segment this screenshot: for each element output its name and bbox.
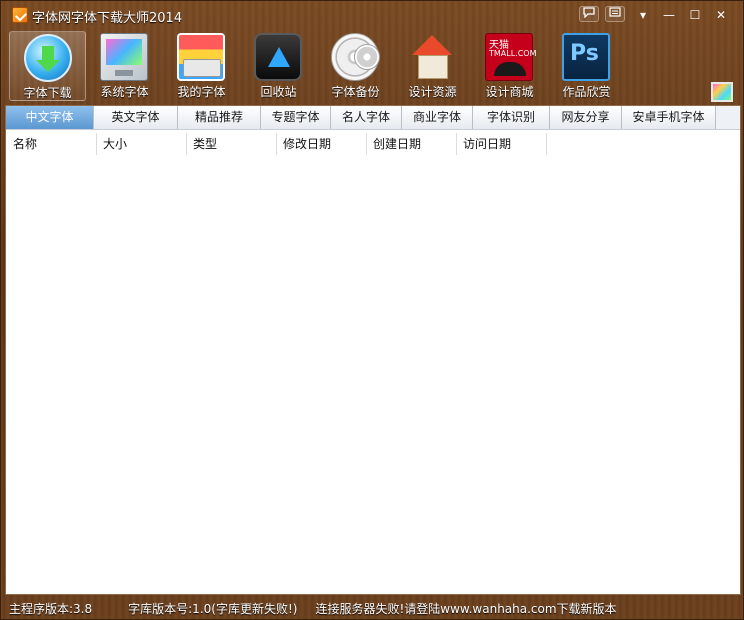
main-window: 字体网字体下载大师2014 ▾ — ☐ ✕ 字体下载 系统字体 我的字体 回收站… (0, 0, 744, 620)
skin-palette-icon[interactable] (711, 82, 733, 102)
dropdown-icon[interactable]: ▾ (631, 6, 655, 24)
file-list-header: 名称 大小 类型 修改日期 创建日期 访问日期 (7, 133, 547, 155)
minimize-button[interactable]: — (657, 6, 681, 24)
main-toolbar: 字体下载 系统字体 我的字体 回收站 字体备份 设计资源 天猫 TMALL.CO… (9, 31, 625, 103)
feedback-icon[interactable] (579, 6, 599, 22)
status-bar: 主程序版本:3.8 字库版本号:1.0(字库更新失败!) 连接服务器失败!请登陆… (1, 597, 743, 619)
toolbar-system-fonts[interactable]: 系统字体 (86, 31, 163, 101)
tab-chinese-fonts[interactable]: 中文字体 (6, 106, 94, 129)
app-logo-icon (12, 7, 28, 23)
my-fonts-icon (177, 33, 225, 81)
column-header-modified[interactable]: 修改日期 (277, 133, 367, 155)
close-button[interactable]: ✕ (709, 6, 733, 24)
category-tabs: 中文字体 英文字体 精品推荐 专题字体 名人字体 商业字体 字体识别 网友分享 … (6, 106, 740, 130)
column-header-name[interactable]: 名称 (7, 133, 97, 155)
download-icon (24, 34, 72, 82)
ps-logo-text: Ps (570, 41, 599, 66)
toolbar-showcase[interactable]: Ps 作品欣赏 (548, 31, 625, 101)
column-header-type[interactable]: 类型 (187, 133, 277, 155)
disc-backup-icon (331, 33, 380, 81)
file-list[interactable] (7, 156, 739, 592)
tab-user-shares[interactable]: 网友分享 (550, 106, 622, 129)
tmall-icon: 天猫 TMALL.COM (485, 33, 537, 81)
tab-english-fonts[interactable]: 英文字体 (94, 106, 178, 129)
column-header-size[interactable]: 大小 (97, 133, 187, 155)
menu-icon[interactable] (605, 6, 625, 22)
photoshop-icon: Ps (562, 33, 610, 81)
toolbar-label: 回收站 (260, 85, 297, 99)
recycle-bin-icon (254, 33, 302, 81)
toolbar-font-backup[interactable]: 字体备份 (317, 31, 394, 101)
tab-font-recognition[interactable]: 字体识别 (473, 106, 550, 129)
maximize-button[interactable]: ☐ (683, 6, 707, 24)
column-header-accessed[interactable]: 访问日期 (457, 133, 547, 155)
toolbar-my-fonts[interactable]: 我的字体 (163, 31, 240, 101)
title-bar[interactable]: 字体网字体下载大师2014 ▾ — ☐ ✕ (1, 1, 743, 29)
window-controls: ▾ — ☐ ✕ (579, 6, 733, 24)
program-version: 主程序版本:3.8 (9, 601, 93, 616)
toolbar-design-resources[interactable]: 设计资源 (394, 31, 471, 101)
toolbar-design-mall[interactable]: 天猫 TMALL.COM 设计商城 (471, 31, 548, 101)
toolbar-label: 字体备份 (331, 85, 380, 99)
toolbar-label: 字体下载 (23, 86, 72, 100)
toolbar-label: 作品欣赏 (562, 85, 611, 99)
library-version: 字库版本号:1.0(字库更新失败!) (128, 601, 298, 616)
toolbar-label: 我的字体 (177, 85, 226, 99)
tab-android-fonts[interactable]: 安卓手机字体 (622, 106, 716, 129)
toolbar-label: 系统字体 (100, 85, 149, 99)
house-icon (408, 33, 456, 81)
tab-featured[interactable]: 精品推荐 (178, 106, 261, 129)
tab-topics[interactable]: 专题字体 (261, 106, 331, 129)
tab-celebrity-fonts[interactable]: 名人字体 (331, 106, 402, 129)
tmall-logo-subtext: TMALL.COM (489, 49, 537, 58)
toolbar-recycle-bin[interactable]: 回收站 (240, 31, 317, 101)
toolbar-label: 设计商城 (485, 85, 534, 99)
toolbar-label: 设计资源 (408, 85, 457, 99)
connection-status: 连接服务器失败!请登陆www.wanhaha.com下载新版本 (315, 601, 617, 616)
window-title: 字体网字体下载大师2014 (32, 11, 183, 26)
content-panel: 中文字体 英文字体 精品推荐 专题字体 名人字体 商业字体 字体识别 网友分享 … (5, 105, 741, 595)
column-header-created[interactable]: 创建日期 (367, 133, 457, 155)
tab-commercial-fonts[interactable]: 商业字体 (402, 106, 473, 129)
toolbar-font-download[interactable]: 字体下载 (9, 31, 86, 101)
monitor-icon (100, 33, 148, 81)
